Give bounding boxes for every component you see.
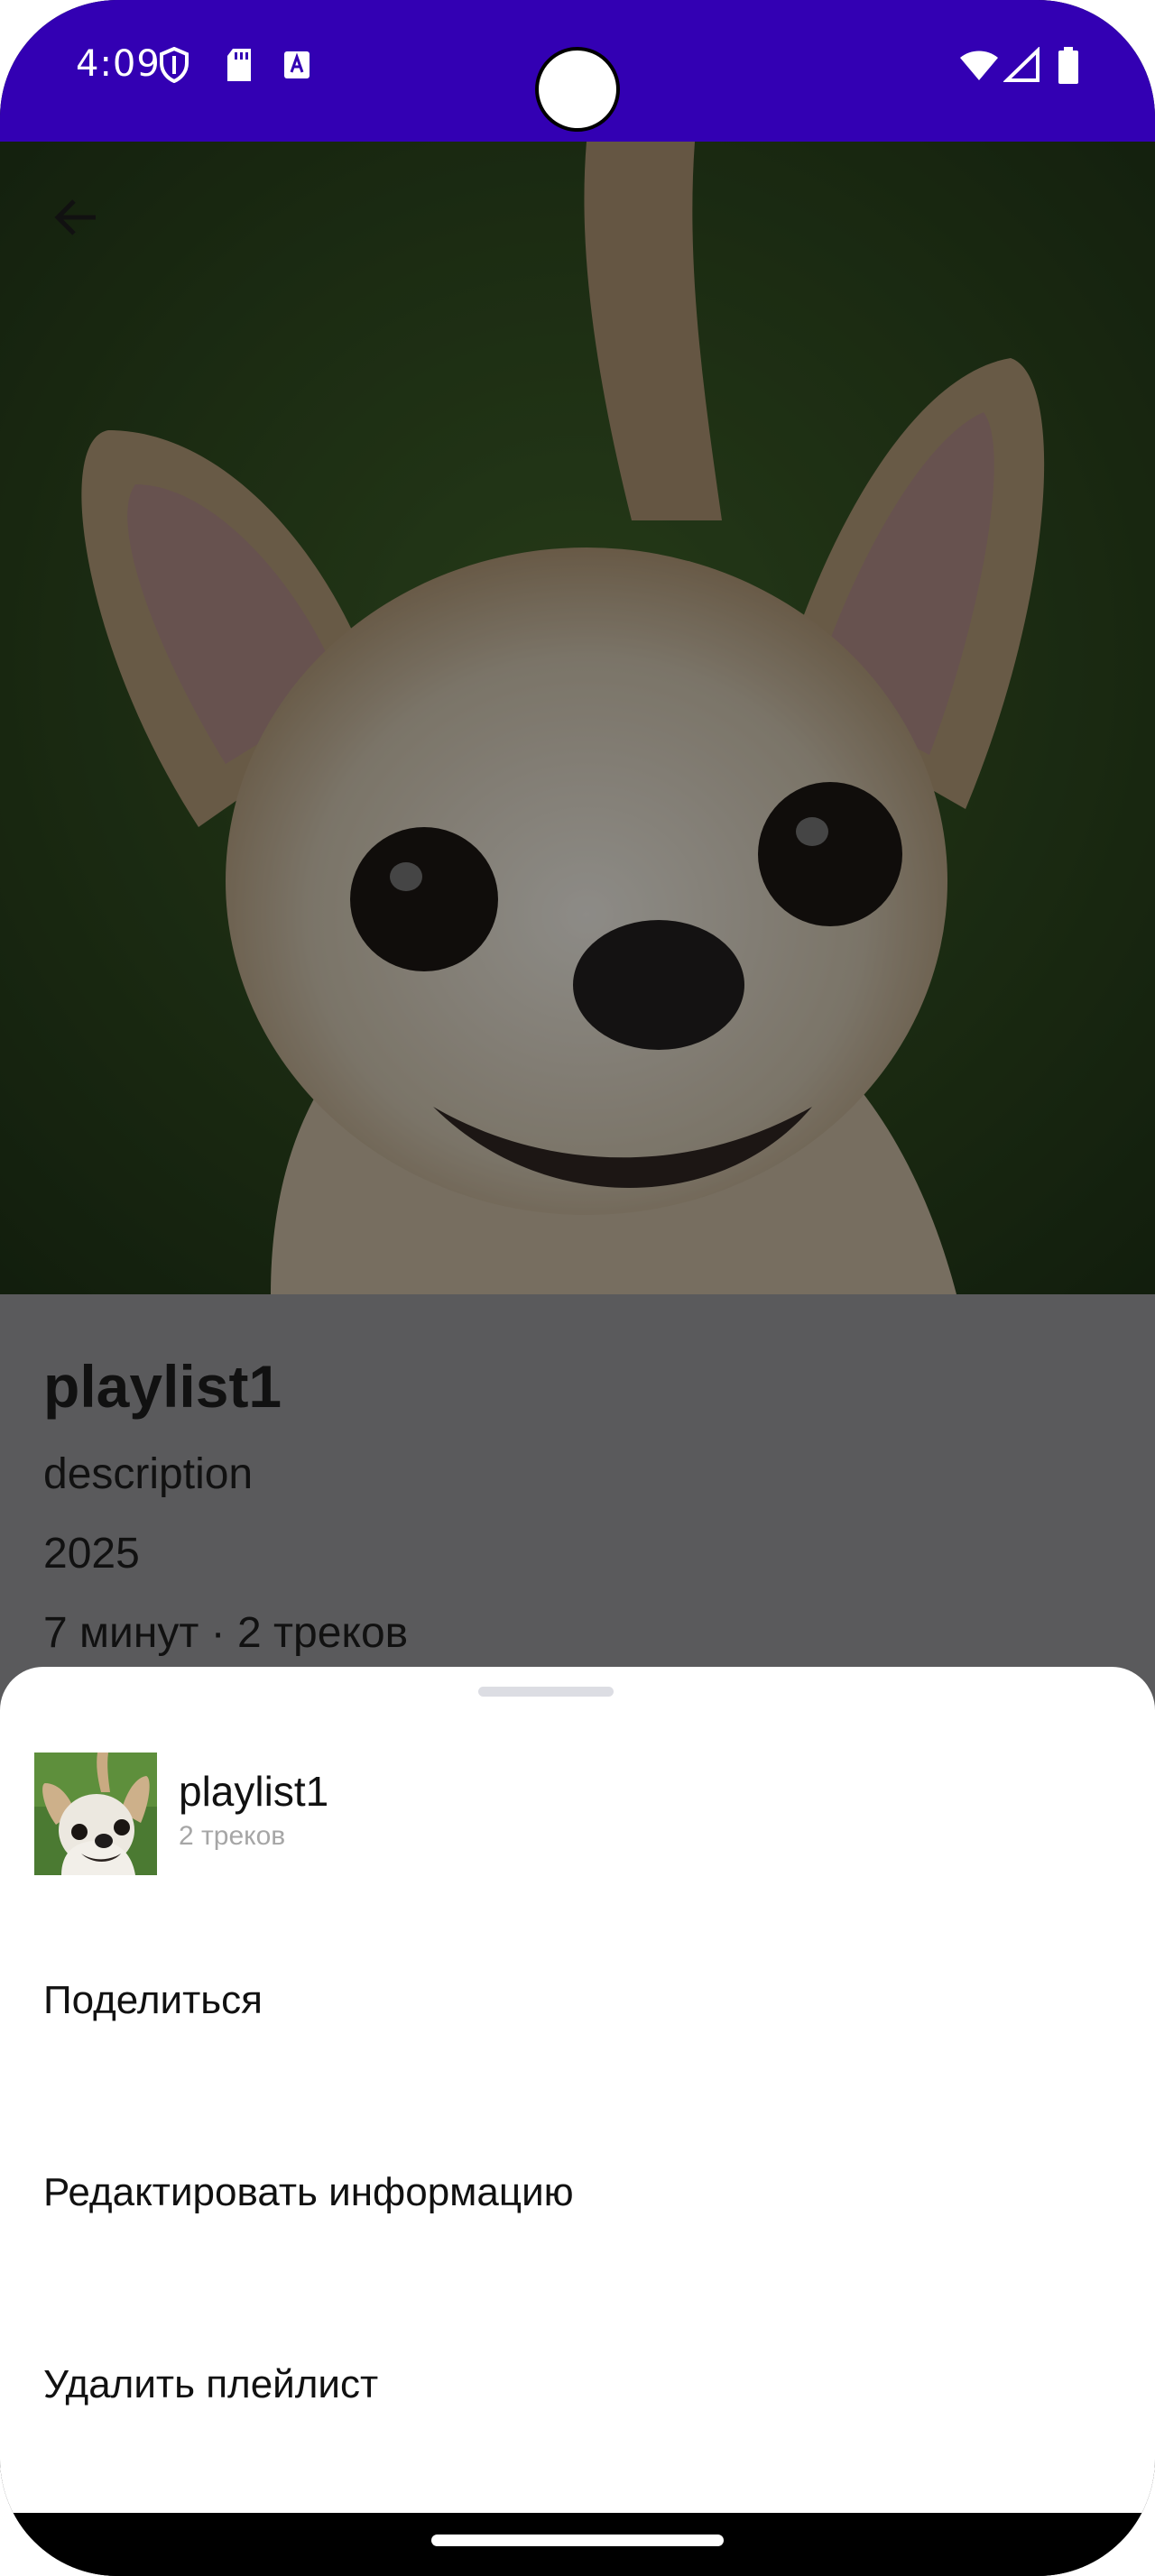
delete-playlist-menu-label: Удалить плейлист [43,2362,379,2406]
status-time: 4:09 [76,43,161,85]
edit-info-menu-label: Редактировать информацию [43,2170,574,2214]
shield-icon [159,46,189,84]
home-gesture-handle[interactable] [431,2535,724,2546]
playlist-year: 2025 [43,1530,140,1578]
text-a-icon [282,47,312,83]
sheet-drag-handle[interactable] [478,1687,614,1697]
battery-icon [1056,47,1081,84]
arrow-left-icon [54,199,96,235]
system-nav-bar [0,2513,1155,2576]
playlist-title: playlist1 [43,1353,282,1420]
sd-card-icon [224,47,254,83]
signal-icon [1003,46,1040,83]
edit-info-menu-item[interactable]: Редактировать информацию [0,2111,1155,2274]
wifi-icon [958,47,1000,83]
phone-screen: 4:09 playlist1 description 2025 7 минут … [0,0,1155,2576]
status-bar: 4:09 [0,0,1155,142]
camera-cutout [535,47,620,132]
back-button[interactable] [43,185,108,250]
playlist-info: playlist1 description 2025 7 минут · 2 т… [43,1350,408,1661]
cover-dim-overlay [0,142,1155,1294]
sheet-playlist-name: playlist1 [179,1768,329,1815]
sheet-playlist-header: playlist1 2 треков [34,1753,1117,1875]
playlist-thumbnail [34,1753,157,1875]
delete-playlist-menu-item[interactable]: Удалить плейлист [0,2304,1155,2466]
playlist-description: description [43,1450,254,1498]
share-menu-item[interactable]: Поделиться [0,1919,1155,2082]
playlist-cover-image [0,142,1155,1294]
playlist-summary: 7 минут · 2 треков [43,1609,409,1657]
share-menu-label: Поделиться [43,1978,263,2022]
sheet-track-count: 2 треков [179,1821,286,1851]
bottom-sheet: playlist1 2 треков Поделиться Редактиров… [0,1667,1155,2513]
